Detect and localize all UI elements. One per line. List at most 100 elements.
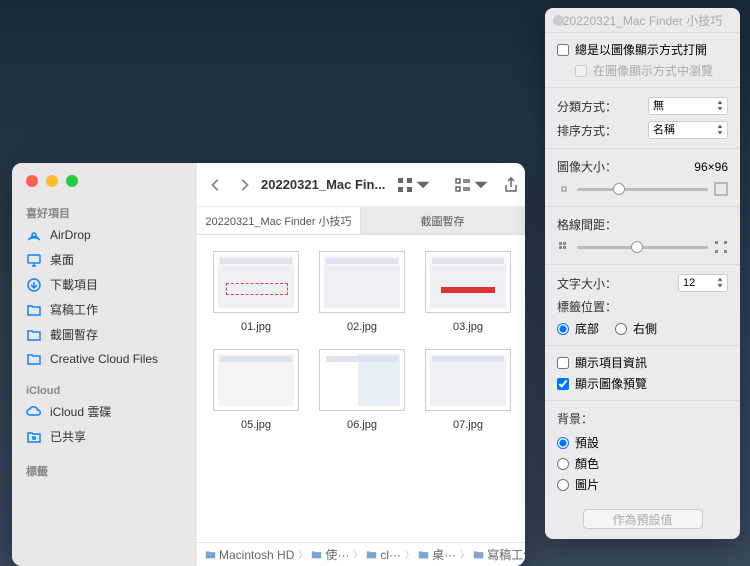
file-thumbnail	[425, 349, 511, 411]
order-by-select[interactable]: 名稱	[648, 121, 728, 139]
sidebar-item[interactable]: 下載項目	[12, 272, 197, 297]
browse-icon-checkbox: 在圖像顯示方式中瀏覽	[557, 60, 728, 81]
desktop-icon	[26, 252, 42, 268]
path-bar: Macintosh HD〉使···〉cl···〉桌···〉寫稿工作〉202203…	[197, 542, 525, 566]
file-thumbnail	[213, 349, 299, 411]
file-item[interactable]: 02.jpg	[319, 251, 405, 333]
sort-by-label: 分類方式：	[557, 98, 617, 115]
grid-spacing-slider[interactable]	[577, 240, 708, 254]
sidebar-item-label: 桌面	[50, 251, 74, 268]
label-pos-bottom[interactable]: 底部	[557, 318, 599, 339]
sidebar-item[interactable]: iCloud 雲碟	[12, 399, 197, 424]
file-thumbnail	[425, 251, 511, 313]
path-crumb[interactable]: Macintosh HD	[205, 548, 294, 562]
file-item[interactable]: 03.jpg	[425, 251, 511, 333]
path-crumb[interactable]: 使···	[311, 546, 349, 563]
folder-icon	[26, 302, 42, 318]
panel-title: 20220321_Mac Finder 小技巧	[563, 12, 722, 29]
file-name: 06.jpg	[347, 419, 377, 431]
main-pane: 20220321_Mac Fin... 20220321_Mac Finder …	[197, 163, 525, 566]
back-icon[interactable]	[209, 178, 223, 192]
file-thumbnail	[319, 251, 405, 313]
text-size-select[interactable]: 12	[678, 274, 728, 292]
path-crumb[interactable]: 桌···	[418, 546, 456, 563]
sidebar-item[interactable]: 寫稿工作	[12, 297, 197, 322]
file-thumbnail	[213, 251, 299, 313]
path-crumb[interactable]: cl···	[366, 548, 401, 562]
icon-size-label: 圖像大小：	[557, 158, 617, 175]
close-panel[interactable]	[553, 15, 564, 26]
always-open-icon-checkbox[interactable]: 總是以圖像顯示方式打開	[557, 39, 728, 60]
background-label: 背景：	[557, 410, 593, 427]
icon-size-value: 96×96	[694, 160, 728, 174]
tight-grid-icon	[557, 240, 571, 254]
panel-title-bar: 20220321_Mac Finder 小技巧	[545, 8, 740, 32]
sidebar-heading-favorites: 喜好項目	[12, 201, 197, 223]
file-item[interactable]: 01.jpg	[213, 251, 299, 333]
file-name: 05.jpg	[241, 419, 271, 431]
folder-icon	[26, 351, 42, 367]
path-crumb[interactable]: 寫稿工作	[473, 546, 525, 563]
view-as-button[interactable]	[395, 175, 433, 195]
file-item[interactable]: 05.jpg	[213, 349, 299, 431]
file-thumbnail	[319, 349, 405, 411]
close-window[interactable]	[26, 175, 38, 187]
order-by-label: 排序方式：	[557, 122, 617, 139]
file-grid: 01.jpg 02.jpg 03.jpg 05.jpg 06.jpg 07.jpg	[197, 235, 525, 542]
large-icon	[714, 182, 728, 196]
sidebar-item[interactable]: Creative Cloud Files	[12, 347, 197, 371]
forward-icon[interactable]	[237, 178, 251, 192]
sidebar-item[interactable]: 桌面	[12, 247, 197, 272]
sidebar: 喜好項目 AirDrop 桌面下載項目寫稿工作截圖暫存 Creative Cloud…	[12, 163, 197, 566]
show-icon-preview-checkbox[interactable]: 顯示圖像預覽	[557, 373, 728, 394]
sidebar-item-label: 下載項目	[50, 276, 98, 293]
bg-color-radio[interactable]: 顏色	[557, 453, 728, 474]
share-button[interactable]	[501, 175, 521, 195]
group-by-button[interactable]	[453, 175, 491, 195]
view-options-panel: 20220321_Mac Finder 小技巧 總是以圖像顯示方式打開 在圖像顯…	[545, 8, 740, 539]
wide-grid-icon	[714, 240, 728, 254]
finder-window: 喜好項目 AirDrop桌面下載項目寫稿工作截圖暫存Creative Cloud…	[12, 163, 525, 566]
file-name: 02.jpg	[347, 321, 377, 333]
small-icon	[557, 182, 571, 196]
bg-default-radio[interactable]: 預設	[557, 432, 728, 453]
sidebar-item-label: iCloud 雲碟	[50, 403, 111, 420]
icon-size-slider[interactable]	[577, 182, 708, 196]
chevron-down-icon	[473, 177, 489, 193]
grid-spacing-label: 格線間距：	[557, 216, 617, 233]
tab[interactable]: 截圖暫存	[361, 207, 525, 234]
use-as-defaults-button[interactable]: 作為預設值	[583, 509, 703, 529]
bg-picture-radio[interactable]: 圖片	[557, 474, 728, 495]
sidebar-heading-icloud: iCloud	[12, 381, 197, 399]
sidebar-item[interactable]: 截圖暫存	[12, 322, 197, 347]
tab[interactable]: 20220321_Mac Finder 小技巧	[197, 207, 361, 234]
file-name: 01.jpg	[241, 321, 271, 333]
sidebar-item[interactable]: 已共享	[12, 424, 197, 449]
text-size-label: 文字大小：	[557, 275, 617, 292]
sidebar-item-label: AirDrop	[50, 228, 91, 242]
file-item[interactable]: 07.jpg	[425, 349, 511, 431]
tab-bar: 20220321_Mac Finder 小技巧截圖暫存	[197, 207, 525, 235]
sort-by-select[interactable]: 無	[648, 97, 728, 115]
show-item-info-checkbox[interactable]: 顯示項目資訊	[557, 352, 728, 373]
file-name: 03.jpg	[453, 321, 483, 333]
sidebar-item-label: Creative Cloud Files	[50, 352, 158, 366]
minimize-window[interactable]	[46, 175, 58, 187]
airdrop-icon	[26, 227, 42, 243]
window-controls	[12, 175, 197, 201]
label-pos-right[interactable]: 右側	[615, 318, 657, 339]
sidebar-item-label: 已共享	[50, 428, 86, 445]
chevron-down-icon	[415, 177, 431, 193]
label-pos-label: 標籤位置：	[557, 298, 617, 315]
toolbar: 20220321_Mac Fin...	[197, 163, 525, 207]
cloud-icon	[26, 404, 42, 420]
file-item[interactable]: 06.jpg	[319, 349, 405, 431]
sidebar-item[interactable]: AirDrop	[12, 223, 197, 247]
shared-icon	[26, 429, 42, 445]
sidebar-item-label: 寫稿工作	[50, 301, 98, 318]
sidebar-heading-tags: 標籤	[12, 459, 197, 481]
maximize-window[interactable]	[66, 175, 78, 187]
window-title: 20220321_Mac Fin...	[261, 177, 385, 192]
file-name: 07.jpg	[453, 419, 483, 431]
sidebar-item-label: 截圖暫存	[50, 326, 98, 343]
